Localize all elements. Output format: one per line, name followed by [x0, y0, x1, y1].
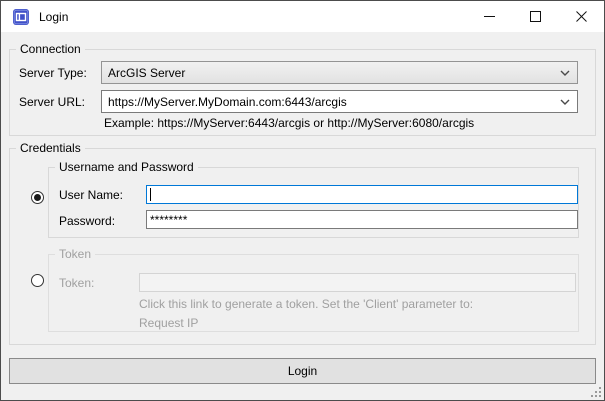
user-name-label: User Name:	[59, 188, 123, 202]
chevron-down-icon	[560, 99, 570, 105]
username-password-radio[interactable]	[31, 191, 44, 204]
radio-selected-dot	[34, 194, 41, 201]
token-radio[interactable]	[31, 274, 44, 287]
resize-grip[interactable]	[591, 387, 601, 397]
server-type-value: ArcGIS Server	[108, 66, 185, 80]
resize-grip-dots	[591, 387, 593, 389]
credentials-legend: Credentials	[16, 141, 85, 155]
login-dialog: Login Connection Server Type: ArcGIS Ser…	[0, 0, 605, 401]
connection-legend: Connection	[16, 42, 85, 56]
server-type-label: Server Type:	[19, 66, 87, 80]
maximize-button[interactable]	[512, 1, 558, 32]
chevron-down-icon	[560, 70, 570, 76]
username-password-legend: Username and Password	[55, 160, 198, 174]
token-groupbox: Token	[48, 254, 579, 332]
password-label: Password:	[59, 214, 115, 228]
user-name-input[interactable]	[146, 185, 578, 204]
window-title: Login	[39, 10, 68, 24]
request-ip-link: Request IP	[139, 316, 198, 330]
close-icon	[576, 11, 587, 22]
server-url-combobox[interactable]: https://MyServer.MyDomain.com:6443/arcgi…	[101, 90, 578, 113]
server-url-label: Server URL:	[19, 95, 85, 109]
token-help-text: Click this link to generate a token. Set…	[139, 297, 473, 311]
token-label: Token:	[59, 276, 94, 290]
token-input	[139, 273, 576, 292]
login-button[interactable]: Login	[9, 358, 596, 384]
minimize-icon	[484, 16, 495, 17]
password-input[interactable]	[146, 210, 578, 229]
minimize-button[interactable]	[466, 1, 512, 32]
caption-buttons	[466, 1, 604, 32]
text-cursor	[150, 188, 151, 201]
server-type-dropdown[interactable]: ArcGIS Server	[101, 61, 578, 84]
server-url-example-text: Example: https://MyServer:6443/arcgis or…	[104, 116, 474, 130]
close-button[interactable]	[558, 1, 604, 32]
server-url-value: https://MyServer.MyDomain.com:6443/arcgi…	[108, 95, 347, 109]
app-window-icon	[13, 9, 29, 25]
maximize-icon	[530, 11, 541, 22]
titlebar[interactable]: Login	[1, 1, 604, 32]
token-legend: Token	[55, 247, 95, 261]
